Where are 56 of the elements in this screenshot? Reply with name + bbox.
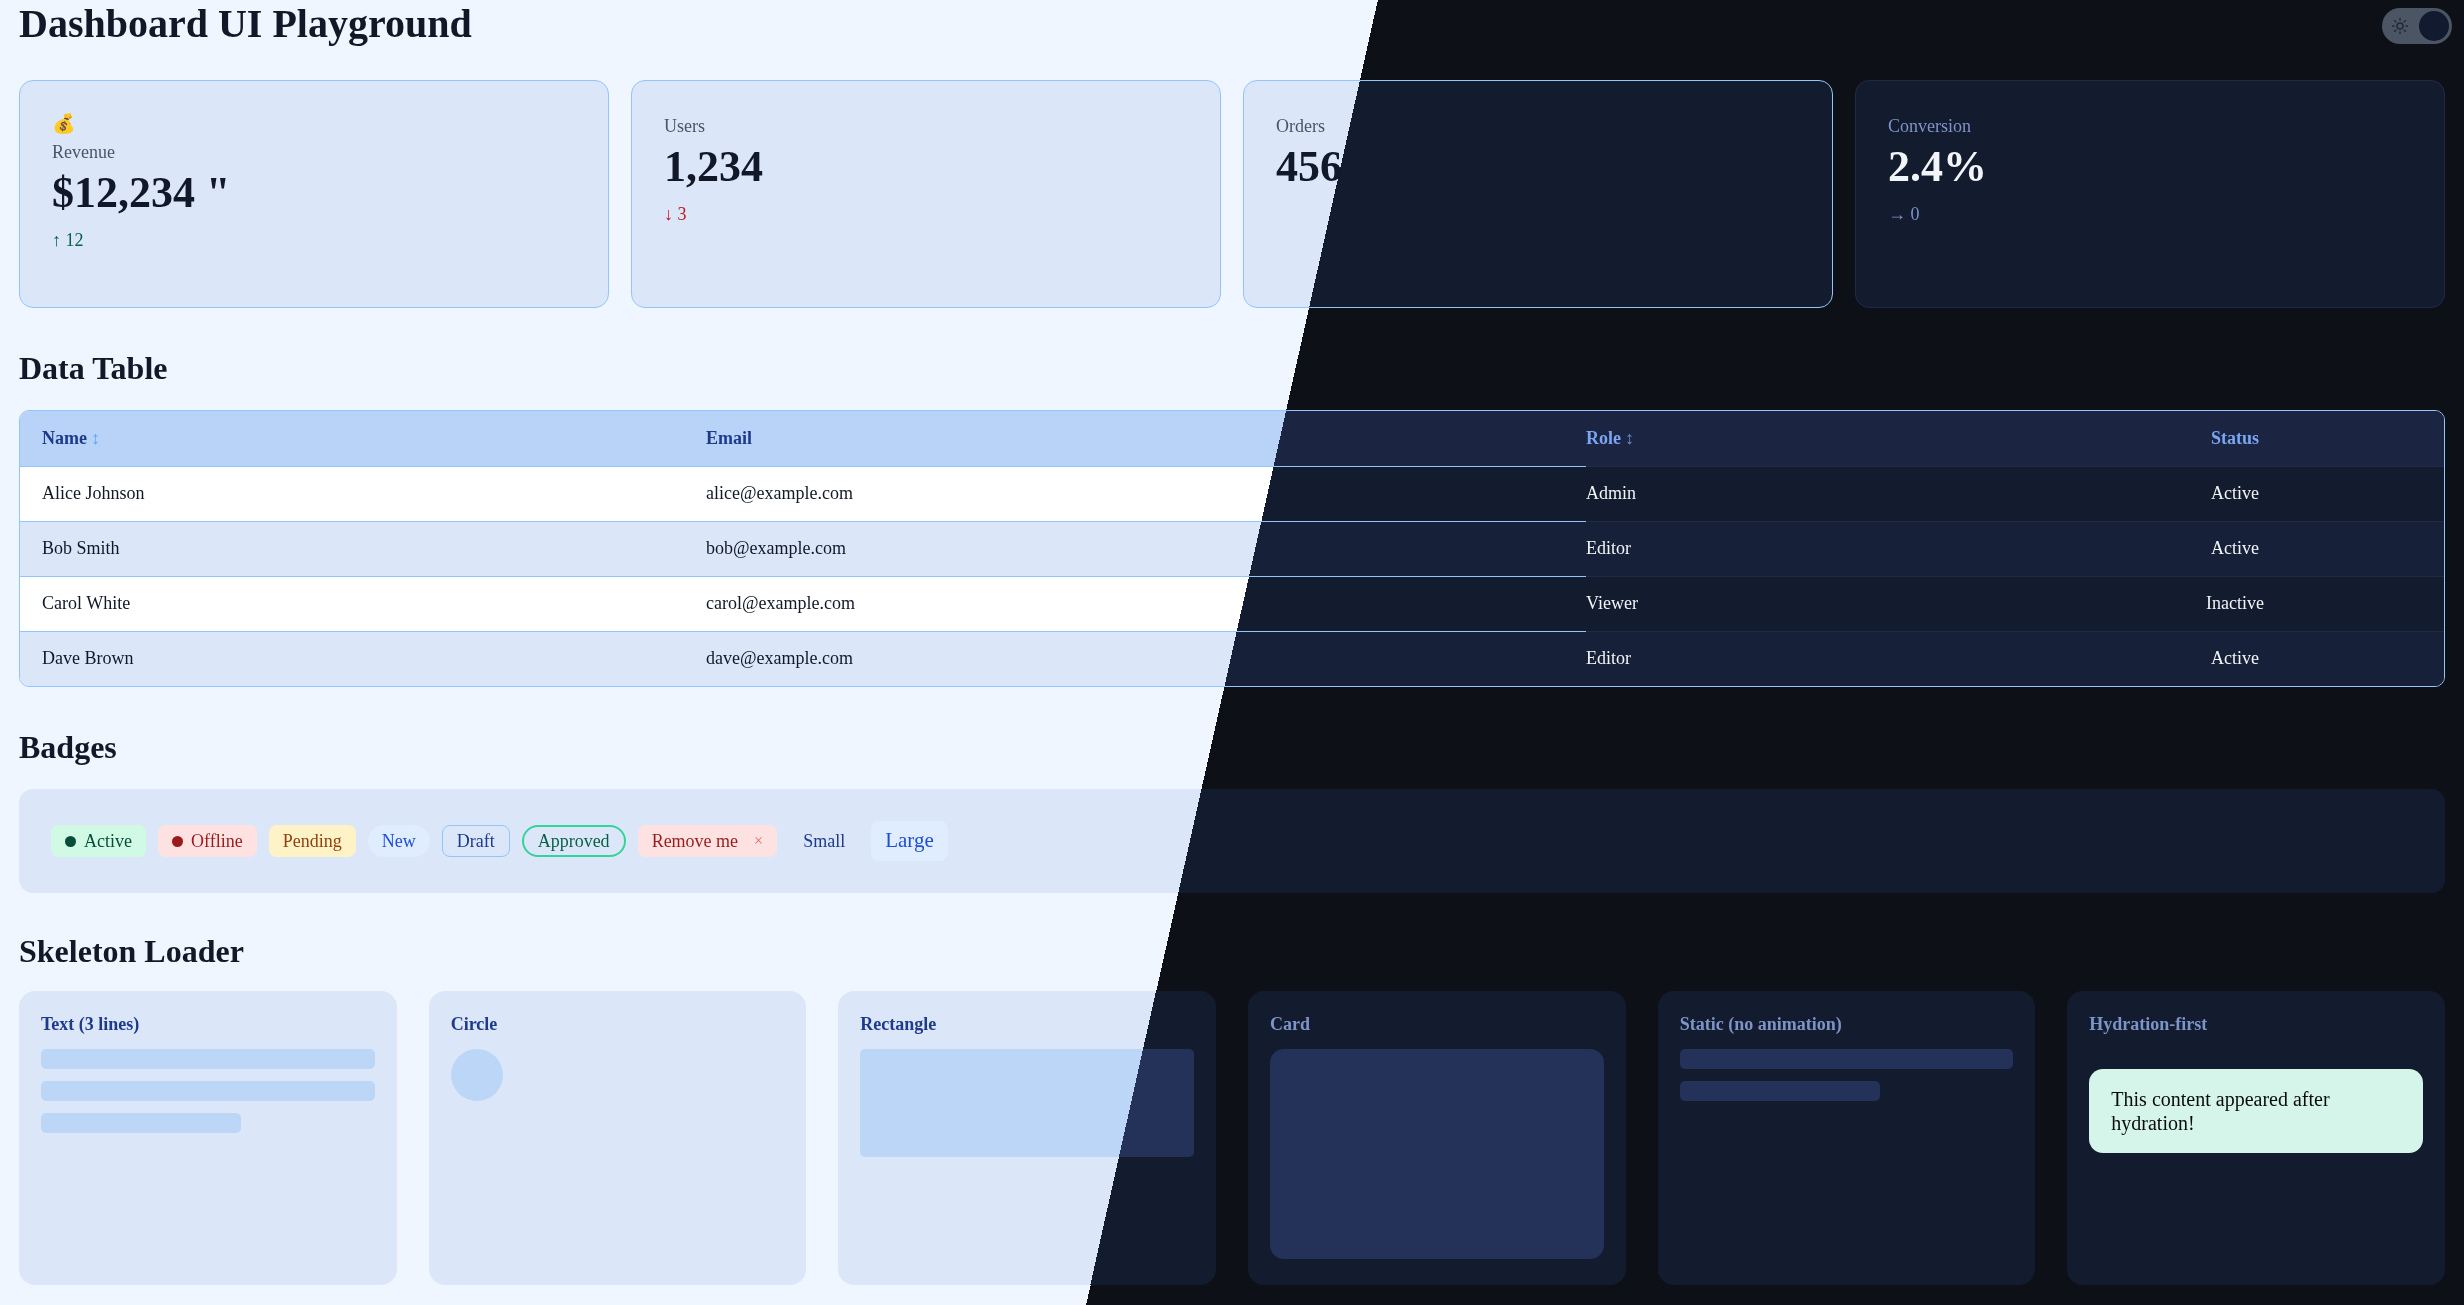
table-cell: Alice Johnson — [42, 483, 145, 503]
small-label: Small — [802, 829, 847, 853]
trend-text: → 0 — [1888, 203, 1920, 226]
theme-toggle[interactable] — [2382, 8, 2452, 44]
panel-title: Static (no animation) — [1679, 1013, 1842, 1035]
column-header[interactable]: Email — [706, 427, 752, 448]
badge-label: Active — [84, 829, 132, 853]
table-cell: Dave Brown — [42, 648, 134, 669]
stat-label: Orders — [1276, 115, 1325, 138]
table-cell: Active — [2211, 648, 2259, 669]
stat-label: Users — [664, 115, 705, 138]
toggle-knob — [2419, 11, 2449, 41]
badge-label: Remove me — [651, 829, 739, 853]
trend-text: ↑ 12 — [52, 229, 84, 252]
section-heading: Badges — [19, 728, 118, 767]
panel-title: Card — [1270, 1013, 1310, 1035]
section-heading: Data Table — [19, 349, 169, 388]
stat-value: 2.4% — [1888, 141, 1987, 193]
badge-label: Approved — [537, 829, 610, 853]
stat-label: Revenue — [52, 141, 115, 164]
stat-label: Conversion — [1888, 115, 1971, 138]
table-cell: Active — [2211, 538, 2259, 558]
sort-icon[interactable]: ↕ — [1625, 427, 1634, 448]
table-cell: Carol White — [42, 593, 131, 613]
panel-title: Hydration-first — [2089, 1013, 2208, 1035]
page-title: Dashboard UI Playground — [19, 0, 472, 48]
stat-value: 1,234 — [664, 141, 763, 193]
badge-label: New — [381, 829, 416, 853]
table-cell: bob@example.com — [706, 538, 847, 558]
badge-label: Draft — [456, 829, 495, 853]
table-cell: carol@example.com — [706, 593, 855, 613]
column-header[interactable]: Role — [1586, 427, 1621, 448]
sun-icon — [2391, 17, 2409, 35]
stat-value: 456 — [1276, 141, 1342, 193]
table-cell: dave@example.com — [706, 648, 853, 669]
table-cell: Viewer — [1586, 593, 1638, 613]
stat-value: $12,234 " — [52, 167, 231, 219]
trend-text: ↓ 3 — [664, 203, 687, 226]
table-cell: Editor — [1586, 538, 1631, 558]
panel-title: Circle — [450, 1013, 498, 1035]
table-cell: Bob Smith — [42, 538, 120, 558]
column-header[interactable]: Name — [42, 427, 87, 448]
table-cell: Admin — [1586, 483, 1636, 503]
section-heading: Skeleton Loader — [19, 932, 245, 971]
table-cell: alice@example.com — [706, 483, 853, 503]
table-cell: Editor — [1586, 648, 1631, 669]
badge-label: Offline — [191, 829, 243, 853]
column-header[interactable]: Status — [2211, 427, 2259, 448]
panel-title: Text (3 lines) — [41, 1013, 140, 1035]
money-bag-icon: 💰 — [52, 111, 76, 137]
panel-title: Rectangle — [860, 1013, 937, 1035]
table-cell: Active — [2211, 483, 2259, 503]
table-cell: Inactive — [2206, 593, 2264, 613]
badge-label: Pending — [282, 829, 342, 853]
badge-label: Large — [885, 827, 934, 855]
hydrated-message: This content appeared after hydration! — [2089, 1069, 2423, 1153]
